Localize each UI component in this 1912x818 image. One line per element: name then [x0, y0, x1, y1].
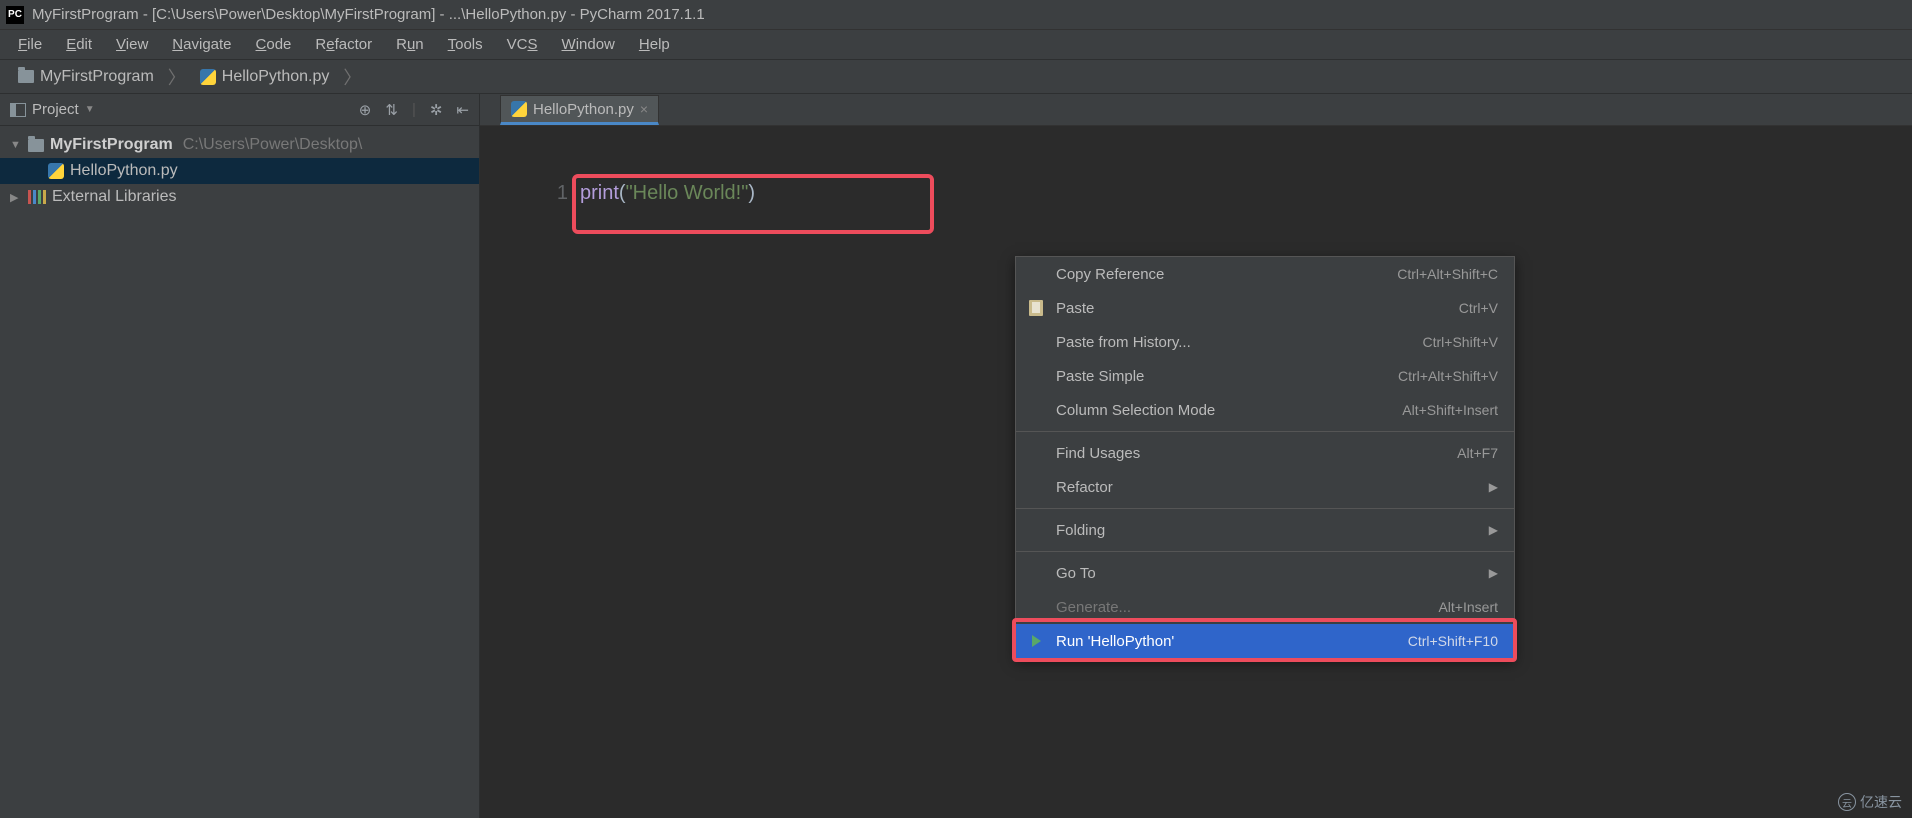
menu-view[interactable]: View: [106, 32, 158, 57]
context-menu-item[interactable]: Copy Reference Ctrl+Alt+Shift+C: [1016, 257, 1514, 291]
menu-shortcut: Ctrl+Shift+V: [1423, 334, 1498, 350]
menu-vcs[interactable]: VCS: [497, 32, 548, 57]
sidebar-header: Project ▼ ⊕ ⇅ | ✲ ⇤: [0, 94, 479, 126]
python-file-icon: [48, 163, 64, 179]
context-menu-item[interactable]: Generate... Alt+Insert: [1016, 590, 1514, 624]
context-menu-item[interactable]: Paste Ctrl+V: [1016, 291, 1514, 325]
menu-separator: [1016, 551, 1514, 552]
menu-shortcut: Alt+Insert: [1438, 599, 1498, 615]
menu-separator: [1016, 431, 1514, 432]
menu-item-label: Paste from History...: [1056, 334, 1373, 351]
context-menu-item[interactable]: Refactor ▶: [1016, 470, 1514, 504]
menu-item-label: Refactor: [1056, 479, 1479, 496]
close-icon[interactable]: ×: [640, 101, 648, 117]
tree-label: HelloPython.py: [70, 162, 178, 180]
menu-item-label: Run 'HelloPython': [1056, 633, 1358, 650]
folder-icon: [28, 139, 44, 152]
menu-separator: [1016, 508, 1514, 509]
python-file-icon: [200, 69, 216, 85]
watermark: 云 亿速云: [1838, 792, 1902, 812]
app-icon: PC: [6, 6, 24, 24]
breadcrumb: MyFirstProgram 〉 HelloPython.py 〉: [0, 60, 1912, 94]
menu-edit[interactable]: Edit: [56, 32, 102, 57]
tab-label: HelloPython.py: [533, 101, 634, 118]
context-menu-item[interactable]: Go To ▶: [1016, 556, 1514, 590]
menu-item-label: Column Selection Mode: [1056, 402, 1352, 419]
editor-tab[interactable]: HelloPython.py ×: [500, 95, 659, 125]
context-menu-item[interactable]: Paste Simple Ctrl+Alt+Shift+V: [1016, 359, 1514, 393]
context-menu-item[interactable]: Find Usages Alt+F7: [1016, 436, 1514, 470]
breadcrumb-separator-icon: 〉: [166, 64, 188, 90]
line-gutter: 1: [480, 178, 580, 818]
menu-code[interactable]: Code: [246, 32, 302, 57]
sidebar-title[interactable]: Project: [32, 101, 79, 118]
menubar: FileEditViewNavigateCodeRefactorRunTools…: [0, 30, 1912, 60]
menu-navigate[interactable]: Navigate: [162, 32, 241, 57]
chevron-right-icon: ▶: [1489, 523, 1498, 537]
chevron-right-icon: ▶: [1489, 480, 1498, 494]
project-sidebar: Project ▼ ⊕ ⇅ | ✲ ⇤ ▼ MyFirstProgram C:\…: [0, 94, 480, 818]
tree-path: C:\Users\Power\Desktop\: [183, 136, 363, 154]
menu-item-label: Find Usages: [1056, 445, 1407, 462]
menu-item-label: Paste Simple: [1056, 368, 1348, 385]
menu-window[interactable]: Window: [552, 32, 625, 57]
folder-icon: [18, 70, 34, 83]
tree-label: MyFirstProgram: [50, 136, 173, 154]
menu-shortcut: Alt+Shift+Insert: [1402, 402, 1498, 418]
breadcrumb-item-project[interactable]: MyFirstProgram: [10, 64, 162, 90]
breadcrumb-label: HelloPython.py: [222, 68, 330, 86]
breadcrumb-separator-icon: 〉: [341, 64, 363, 90]
menu-tools[interactable]: Tools: [438, 32, 493, 57]
tree-label: External Libraries: [52, 188, 177, 206]
library-icon: [28, 190, 46, 204]
context-menu-item[interactable]: Run 'HelloPython' Ctrl+Shift+F10: [1016, 624, 1514, 658]
line-number: 1: [480, 178, 568, 208]
expand-arrow-icon[interactable]: ▼: [10, 139, 22, 151]
menu-refactor[interactable]: Refactor: [305, 32, 382, 57]
menu-item-label: Generate...: [1056, 599, 1388, 616]
chevron-down-icon[interactable]: ▼: [85, 104, 95, 115]
menu-shortcut: Ctrl+Alt+Shift+V: [1398, 368, 1498, 384]
project-view-icon: [10, 103, 26, 117]
context-menu: Copy Reference Ctrl+Alt+Shift+C Paste Ctrl+…: [1015, 256, 1515, 659]
window-title: MyFirstProgram - [C:\Users\Power\Desktop…: [32, 6, 705, 23]
gear-icon[interactable]: ✲: [430, 101, 443, 119]
sidebar-toolbar: ⊕ ⇅ | ✲ ⇤: [359, 101, 469, 119]
project-tree: ▼ MyFirstProgram C:\Users\Power\Desktop\…: [0, 126, 479, 216]
context-menu-item[interactable]: Folding ▶: [1016, 513, 1514, 547]
editor-tabs: HelloPython.py ×: [480, 94, 1912, 126]
context-menu-item[interactable]: Column Selection Mode Alt+Shift+Insert: [1016, 393, 1514, 427]
python-file-icon: [511, 101, 527, 117]
collapse-icon[interactable]: ⇅: [385, 101, 398, 119]
menu-item-label: Paste: [1056, 300, 1409, 317]
play-icon: [1026, 635, 1046, 647]
menu-file[interactable]: File: [8, 32, 52, 57]
tree-root[interactable]: ▼ MyFirstProgram C:\Users\Power\Desktop\: [0, 132, 479, 158]
breadcrumb-label: MyFirstProgram: [40, 68, 154, 86]
menu-item-label: Copy Reference: [1056, 266, 1347, 283]
paste-icon: [1026, 300, 1046, 316]
menu-help[interactable]: Help: [629, 32, 680, 57]
breadcrumb-item-file[interactable]: HelloPython.py: [192, 64, 338, 90]
menu-shortcut: Ctrl+V: [1459, 300, 1498, 316]
tree-external-libraries[interactable]: ▶ External Libraries: [0, 184, 479, 210]
hide-icon[interactable]: ⇤: [456, 101, 469, 119]
menu-shortcut: Alt+F7: [1457, 445, 1498, 461]
locate-icon[interactable]: ⊕: [359, 101, 372, 119]
code-line[interactable]: print("Hello World!"): [580, 178, 1912, 208]
menu-item-label: Go To: [1056, 565, 1479, 582]
menu-shortcut: Ctrl+Alt+Shift+C: [1397, 266, 1498, 282]
menu-run[interactable]: Run: [386, 32, 434, 57]
context-menu-item[interactable]: Paste from History... Ctrl+Shift+V: [1016, 325, 1514, 359]
titlebar: PC MyFirstProgram - [C:\Users\Power\Desk…: [0, 0, 1912, 30]
expand-arrow-icon[interactable]: ▶: [10, 191, 22, 204]
watermark-icon: 云: [1838, 793, 1856, 811]
chevron-right-icon: ▶: [1489, 566, 1498, 580]
menu-shortcut: Ctrl+Shift+F10: [1408, 633, 1498, 649]
main-area: Project ▼ ⊕ ⇅ | ✲ ⇤ ▼ MyFirstProgram C:\…: [0, 94, 1912, 818]
tree-file[interactable]: HelloPython.py: [0, 158, 479, 184]
menu-item-label: Folding: [1056, 522, 1479, 539]
